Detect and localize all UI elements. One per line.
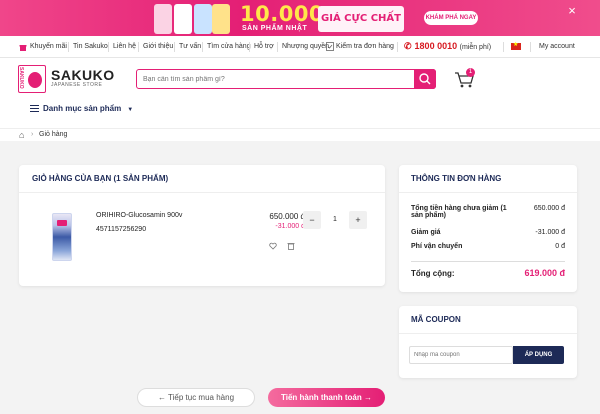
- product-image[interactable]: [52, 213, 72, 261]
- search-button[interactable]: [414, 69, 436, 89]
- checklist-icon: [326, 42, 334, 53]
- category-menu-label: Danh mục sản phẩm: [43, 104, 122, 113]
- continue-shopping-button[interactable]: ← Tiếp tục mua hàng: [137, 388, 255, 407]
- home-icon[interactable]: ⌂: [19, 130, 24, 140]
- breadcrumb-current: Giỏ hàng: [39, 131, 68, 138]
- coupon-input[interactable]: [409, 346, 513, 364]
- banner-subline: SẢN PHẨM NHẬT: [242, 25, 308, 32]
- close-icon[interactable]: ×: [565, 4, 579, 18]
- hotline[interactable]: ✆ 1800 0010 (miễn phí): [404, 41, 491, 52]
- banner-cta-button[interactable]: KHÁM PHÁ NGAY: [424, 11, 478, 25]
- quantity-stepper: − 1 +: [303, 211, 367, 229]
- order-summary-panel: THÔNG TIN ĐƠN HÀNG Tổng tiền hàng chưa g…: [399, 165, 577, 292]
- banner-headline: 10.000: [240, 2, 325, 26]
- apply-coupon-button[interactable]: ÁP DỤNG: [513, 346, 564, 364]
- topnav-item-tu-van[interactable]: Tư vấn: [179, 43, 201, 50]
- decrease-quantity-button[interactable]: −: [303, 211, 321, 229]
- gift-icon: [19, 43, 27, 53]
- top-nav: Khuyến mãi Tin Sakuko Liên hệ Giới thiệu…: [0, 36, 600, 58]
- banner-products-image: [150, 0, 230, 36]
- topnav-item-ho-tro[interactable]: Hỗ trợ: [254, 43, 274, 50]
- summary-shipping-label: Phí vận chuyển: [411, 243, 463, 250]
- summary-shipping-value: 0 đ: [555, 243, 565, 250]
- search-icon: [419, 73, 431, 85]
- hotline-number: 1800 0010: [414, 41, 458, 51]
- topnav-item-gioi-thieu[interactable]: Giới thiệu: [143, 43, 173, 50]
- banner-gia-chat: GIÁ CỰC CHẤT: [318, 6, 404, 32]
- increase-quantity-button[interactable]: +: [349, 211, 367, 229]
- topnav-item-tim-cua-hang[interactable]: Tìm cửa hàng: [207, 43, 251, 50]
- summary-subtotal-value: 650.000 đ: [533, 205, 565, 212]
- logo-subtitle: JAPANESE STORE: [51, 82, 103, 88]
- product-price: 650.000 đ: [269, 212, 305, 221]
- coupon-title: MÃ COUPON: [411, 315, 461, 324]
- chevron-down-icon: ▼: [127, 107, 134, 113]
- coupon-panel: MÃ COUPON ÁP DỤNG: [399, 306, 577, 378]
- breadcrumb: ⌂ › Giỏ hàng: [0, 128, 600, 141]
- summary-discount-row: Giảm giá -31.000 đ: [411, 229, 565, 236]
- promo-banner[interactable]: 10.000 SẢN PHẨM NHẬT GIÁ CỰC CHẤT KHÁM P…: [0, 0, 600, 36]
- topnav-item-lien-he[interactable]: Liên hệ: [113, 43, 136, 50]
- main-header: SAKUKO JAPANESE STORE 1 Danh mục sản phẩ…: [0, 58, 600, 128]
- product-discount: -31.000 đ: [275, 223, 305, 230]
- vietnam-flag-icon[interactable]: [511, 41, 521, 50]
- cart-count-badge: 1: [466, 68, 475, 77]
- topnav-item-khuyen-mai[interactable]: Khuyến mãi: [30, 43, 67, 50]
- product-code: 4571157256290: [96, 226, 147, 233]
- chevron-right-icon: ›: [31, 131, 34, 138]
- heart-icon[interactable]: [269, 237, 277, 250]
- search-box: [136, 69, 436, 89]
- summary-shipping-row: Phí vận chuyển 0 đ: [411, 243, 565, 250]
- summary-total-label: Tổng cộng:: [411, 269, 455, 278]
- topnav-item-tin-sakuko[interactable]: Tin Sakuko: [73, 43, 108, 50]
- quantity-value[interactable]: 1: [323, 211, 347, 229]
- phone-icon: ✆: [404, 41, 412, 51]
- search-input[interactable]: [143, 72, 413, 86]
- hotline-note: (miễn phí): [459, 44, 492, 51]
- summary-discount-value: -31.000 đ: [535, 229, 565, 236]
- logo-text[interactable]: SAKUKO: [51, 67, 115, 83]
- checkout-button[interactable]: Tiến hành thanh toán →: [268, 388, 385, 407]
- cart-title: GIỎ HÀNG CỦA BẠN (1 SẢN PHẨM): [32, 174, 169, 183]
- trash-icon[interactable]: [287, 237, 295, 250]
- summary-total-value: 619.000 đ: [524, 268, 565, 278]
- summary-title: THÔNG TIN ĐƠN HÀNG: [411, 174, 502, 183]
- menu-icon: [30, 105, 39, 112]
- topnav-item-nhuong-quyen[interactable]: Nhượng quyền: [282, 43, 329, 50]
- summary-subtotal-label: Tổng tiền hàng chưa giảm (1 sản phẩm): [411, 205, 507, 219]
- summary-total-row: Tổng cộng: 619.000 đ: [411, 268, 565, 278]
- category-menu-button[interactable]: Danh mục sản phẩm ▼: [30, 104, 133, 113]
- sakuko-logo-icon[interactable]: [18, 65, 46, 93]
- topnav-item-kiem-tra-don-hang[interactable]: Kiểm tra đơn hàng: [336, 43, 394, 50]
- cart-panel: GIỎ HÀNG CỦA BẠN (1 SẢN PHẨM) ORIHIRO-Gl…: [19, 165, 385, 286]
- summary-discount-label: Giảm giá: [411, 229, 441, 236]
- product-name[interactable]: ORIHIRO-Glucosamin 900v: [96, 212, 182, 219]
- my-account-link[interactable]: My account: [539, 43, 575, 50]
